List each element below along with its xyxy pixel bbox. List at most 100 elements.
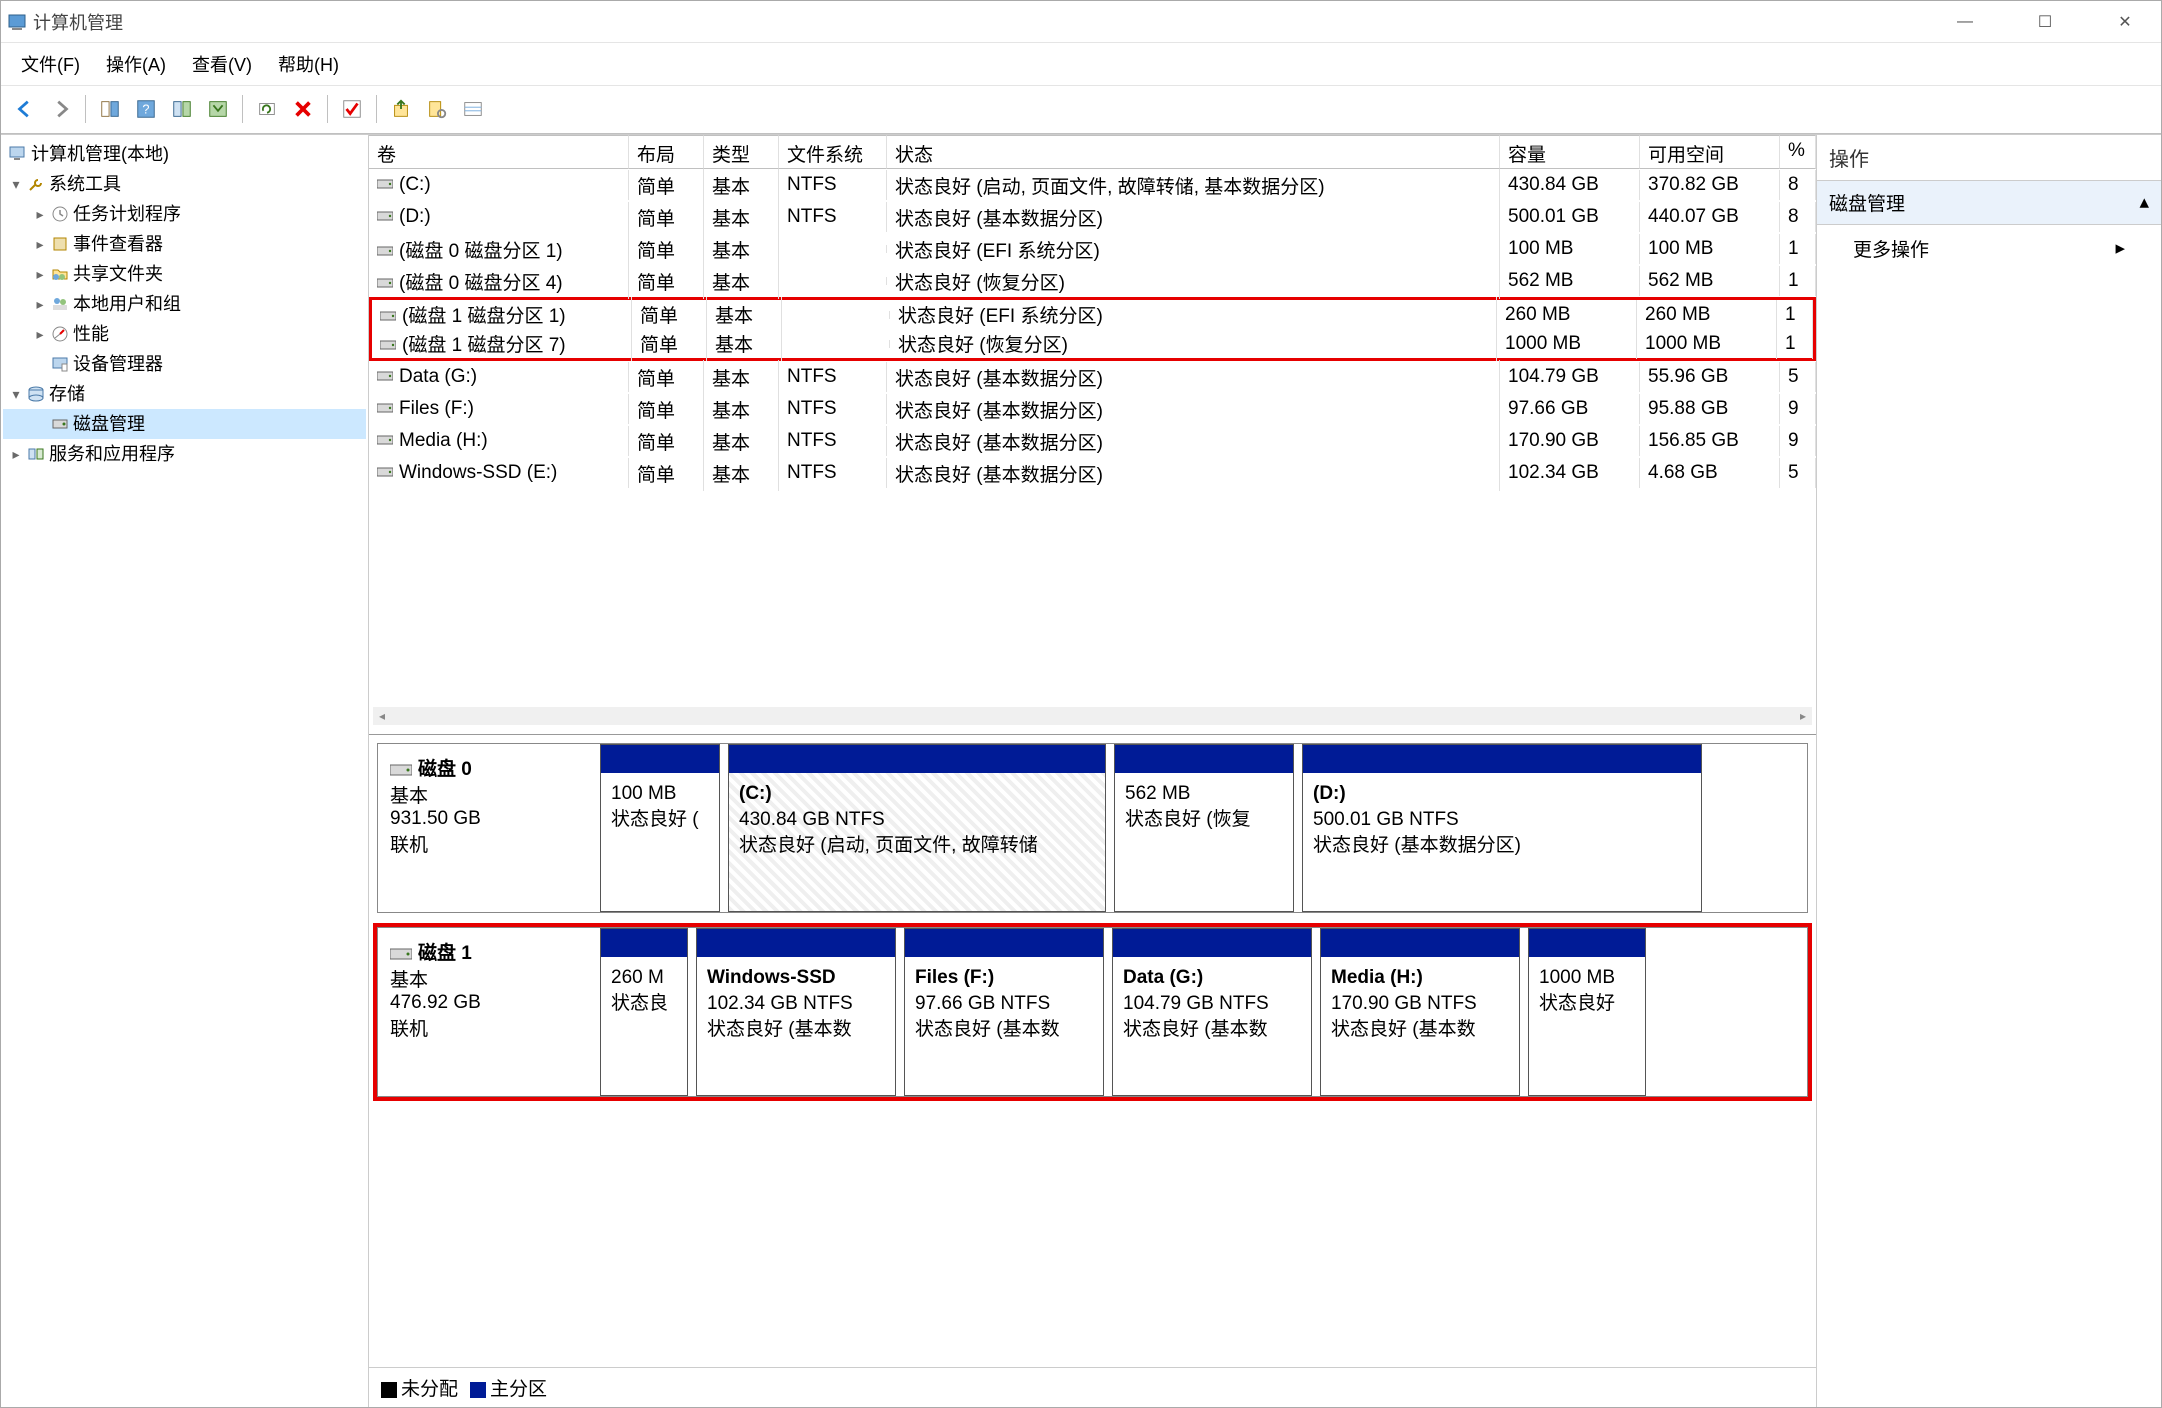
refresh-button[interactable]: [251, 93, 283, 125]
partition[interactable]: 260 M状态良: [600, 928, 688, 1096]
col-type[interactable]: 类型: [704, 135, 779, 169]
tree-task-scheduler[interactable]: ▸ 任务计划程序: [3, 199, 366, 229]
toolbar: ?: [1, 86, 2161, 134]
partition[interactable]: Media (H:)170.90 GB NTFS状态良好 (基本数: [1320, 928, 1520, 1096]
show-hide-tree-button[interactable]: [94, 93, 126, 125]
back-button[interactable]: [9, 93, 41, 125]
users-icon: [49, 295, 71, 313]
volume-row[interactable]: Media (H:)简单基本NTFS状态良好 (基本数据分区)170.90 GB…: [369, 425, 1816, 457]
tree-system-tools[interactable]: ▾ 系统工具: [3, 169, 366, 199]
partition[interactable]: 100 MB状态良好 (: [600, 744, 720, 912]
tree-local-users[interactable]: ▸ 本地用户和组: [3, 289, 366, 319]
partition[interactable]: Windows-SSD102.34 GB NTFS状态良好 (基本数: [696, 928, 896, 1096]
toolbar-separator: [242, 95, 243, 123]
tree-device-manager[interactable]: 设备管理器: [3, 349, 366, 379]
window-title: 计算机管理: [33, 9, 1935, 35]
volume-row[interactable]: (磁盘 0 磁盘分区 1)简单基本状态良好 (EFI 系统分区)100 MB10…: [369, 233, 1816, 265]
volume-row[interactable]: Files (F:)简单基本NTFS状态良好 (基本数据分区)97.66 GB9…: [369, 393, 1816, 425]
list-view-button[interactable]: [457, 93, 489, 125]
col-volume[interactable]: 卷: [369, 135, 629, 169]
col-pct[interactable]: %: [1780, 135, 1816, 169]
col-status[interactable]: 状态: [887, 135, 1500, 169]
tree-label: 性能: [73, 319, 109, 349]
app-icon: [7, 12, 27, 32]
horizontal-scrollbar[interactable]: ◂ ▸: [369, 698, 1816, 734]
toolbar-separator: [85, 95, 86, 123]
collapse-icon: ▴: [2139, 191, 2149, 214]
disk-info[interactable]: 磁盘 1基本476.92 GB联机: [378, 928, 598, 1096]
delete-button[interactable]: [287, 93, 319, 125]
export-button[interactable]: [385, 93, 417, 125]
checkbox-button[interactable]: [336, 93, 368, 125]
properties-button[interactable]: [166, 93, 198, 125]
disk-block[interactable]: 磁盘 1基本476.92 GB联机260 M状态良Windows-SSD102.…: [377, 927, 1808, 1097]
partition[interactable]: 562 MB状态良好 (恢复: [1114, 744, 1294, 912]
col-free[interactable]: 可用空间: [1640, 135, 1780, 169]
tree-services-apps[interactable]: ▸ 服务和应用程序: [3, 439, 366, 469]
volume-row[interactable]: (磁盘 1 磁盘分区 1)简单基本状态良好 (EFI 系统分区)260 MB26…: [369, 297, 1816, 329]
toolbar-separator: [327, 95, 328, 123]
col-filesystem[interactable]: 文件系统: [779, 135, 887, 169]
menu-help[interactable]: 帮助(H): [274, 47, 343, 81]
menu-file[interactable]: 文件(F): [17, 47, 84, 81]
caret-right-icon: ▸: [31, 259, 49, 289]
partitions-wrap: 100 MB状态良好 ((C:)430.84 GB NTFS状态良好 (启动, …: [598, 744, 1807, 912]
actions-more-label: 更多操作: [1853, 235, 1929, 262]
legend-swatch-unallocated: [381, 1382, 397, 1398]
legend-label: 主分区: [490, 1379, 547, 1400]
actions-more[interactable]: 更多操作 ▸: [1817, 225, 2161, 272]
detail-button[interactable]: [202, 93, 234, 125]
tree-label: 存储: [49, 379, 85, 409]
settings-button[interactable]: [421, 93, 453, 125]
caret-right-icon: ▸: [31, 229, 49, 259]
tree-event-viewer[interactable]: ▸ 事件查看器: [3, 229, 366, 259]
volume-row[interactable]: Windows-SSD (E:)简单基本NTFS状态良好 (基本数据分区)102…: [369, 457, 1816, 489]
forward-button[interactable]: [45, 93, 77, 125]
volume-row[interactable]: (D:)简单基本NTFS状态良好 (基本数据分区)500.01 GB440.07…: [369, 201, 1816, 233]
scroll-track[interactable]: [391, 707, 1794, 725]
col-layout[interactable]: 布局: [629, 135, 704, 169]
tree-storage[interactable]: ▾ 存储: [3, 379, 366, 409]
nav-tree[interactable]: 计算机管理(本地) ▾ 系统工具 ▸ 任务计划程序 ▸ 事件查看器 ▸ 共享文件…: [1, 135, 369, 1407]
tree-root[interactable]: 计算机管理(本地): [3, 139, 366, 169]
menu-view[interactable]: 查看(V): [188, 47, 256, 81]
caret-blank-icon: [31, 409, 49, 439]
volume-row[interactable]: Data (G:)简单基本NTFS状态良好 (基本数据分区)104.79 GB5…: [369, 361, 1816, 393]
partition[interactable]: (C:)430.84 GB NTFS状态良好 (启动, 页面文件, 故障转储: [728, 744, 1106, 912]
clock-icon: [49, 205, 71, 223]
menu-action[interactable]: 操作(A): [102, 47, 170, 81]
minimize-button[interactable]: —: [1935, 2, 1995, 42]
partition[interactable]: Data (G:)104.79 GB NTFS状态良好 (基本数: [1112, 928, 1312, 1096]
disk-block[interactable]: 磁盘 0基本931.50 GB联机100 MB状态良好 ((C:)430.84 …: [377, 743, 1808, 913]
volume-row[interactable]: (C:)简单基本NTFS状态良好 (启动, 页面文件, 故障转储, 基本数据分区…: [369, 169, 1816, 201]
caret-right-icon: ▸: [31, 319, 49, 349]
tree-shared-folders[interactable]: ▸ 共享文件夹: [3, 259, 366, 289]
partition[interactable]: (D:)500.01 GB NTFS状态良好 (基本数据分区): [1302, 744, 1702, 912]
tree-label: 磁盘管理: [73, 409, 145, 439]
disk-map[interactable]: 磁盘 0基本931.50 GB联机100 MB状态良好 ((C:)430.84 …: [369, 735, 1816, 1367]
volume-row[interactable]: (磁盘 1 磁盘分区 7)简单基本状态良好 (恢复分区)1000 MB1000 …: [369, 329, 1816, 361]
legend-swatch-primary: [470, 1382, 486, 1398]
partition[interactable]: 1000 MB状态良好: [1528, 928, 1646, 1096]
scroll-right-icon[interactable]: ▸: [1794, 707, 1812, 725]
col-capacity[interactable]: 容量: [1500, 135, 1640, 169]
svg-text:?: ?: [142, 101, 149, 116]
tree-disk-management[interactable]: 磁盘管理: [3, 409, 366, 439]
center-pane: 卷 布局 类型 文件系统 状态 容量 可用空间 % (C:)简单基本NTFS状态…: [369, 135, 1817, 1407]
disk-info[interactable]: 磁盘 0基本931.50 GB联机: [378, 744, 598, 912]
titlebar: 计算机管理 — ☐ ✕: [1, 1, 2161, 43]
close-button[interactable]: ✕: [2095, 2, 2155, 42]
volume-list-body[interactable]: (C:)简单基本NTFS状态良好 (启动, 页面文件, 故障转储, 基本数据分区…: [369, 169, 1816, 698]
tree-label: 本地用户和组: [73, 289, 181, 319]
content-area: 计算机管理(本地) ▾ 系统工具 ▸ 任务计划程序 ▸ 事件查看器 ▸ 共享文件…: [1, 134, 2161, 1407]
volume-row[interactable]: (磁盘 0 磁盘分区 4)简单基本状态良好 (恢复分区)562 MB562 MB…: [369, 265, 1816, 297]
caret-down-icon: ▾: [7, 169, 25, 199]
help-button[interactable]: ?: [130, 93, 162, 125]
volume-list: 卷 布局 类型 文件系统 状态 容量 可用空间 % (C:)简单基本NTFS状态…: [369, 135, 1816, 735]
maximize-button[interactable]: ☐: [2015, 2, 2075, 42]
scroll-left-icon[interactable]: ◂: [373, 707, 391, 725]
actions-section[interactable]: 磁盘管理 ▴: [1817, 181, 2161, 225]
tree-performance[interactable]: ▸ 性能: [3, 319, 366, 349]
partition[interactable]: Files (F:)97.66 GB NTFS状态良好 (基本数: [904, 928, 1104, 1096]
computer-icon: [7, 145, 29, 163]
